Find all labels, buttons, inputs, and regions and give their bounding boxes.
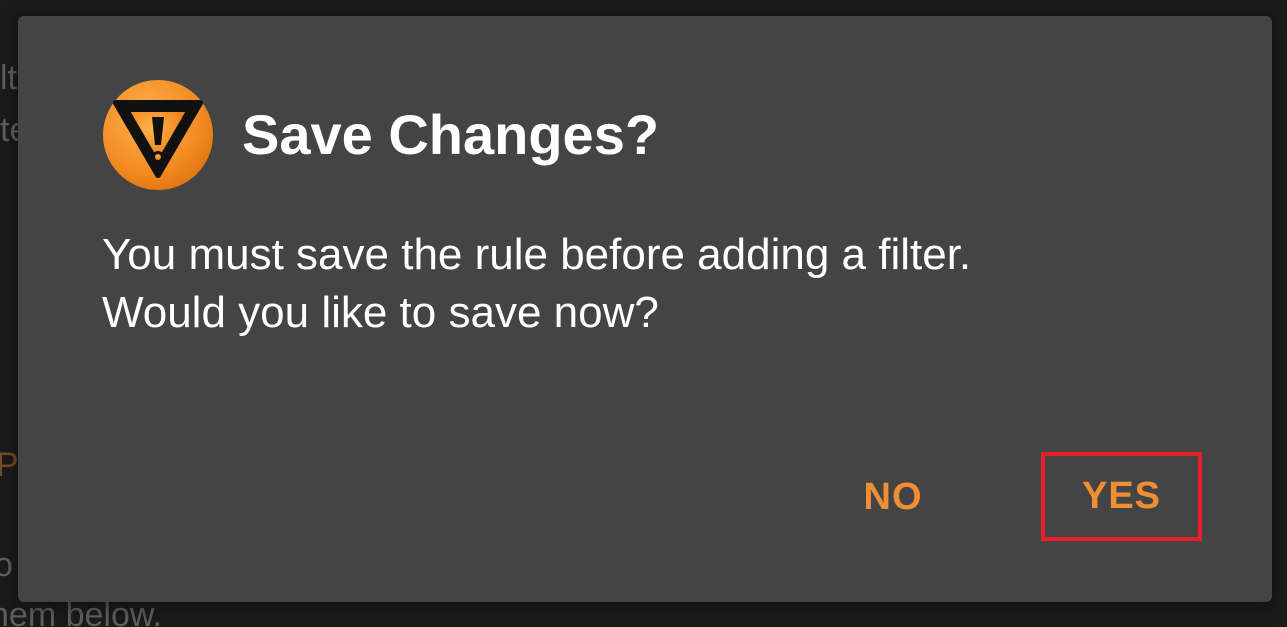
yes-button[interactable]: YES	[1041, 452, 1202, 541]
dialog-message-line: Would you like to save now?	[102, 288, 659, 337]
dialog-header: Save Changes?	[102, 79, 659, 191]
background-accent-fragment: P	[0, 446, 19, 484]
save-changes-dialog: Save Changes? You must save the rule bef…	[18, 16, 1272, 602]
dialog-message: You must save the rule before adding a f…	[102, 226, 1182, 342]
no-button[interactable]: NO	[848, 478, 938, 516]
dialog-message-line: You must save the rule before adding a f…	[102, 230, 972, 279]
alert-warning-triangle-icon	[103, 80, 213, 190]
dialog-title: Save Changes?	[242, 103, 660, 166]
background-text-fragment: o	[0, 546, 13, 584]
background-text-fragment: lt	[0, 59, 17, 97]
background-text-fragment: hem below.	[0, 596, 162, 627]
